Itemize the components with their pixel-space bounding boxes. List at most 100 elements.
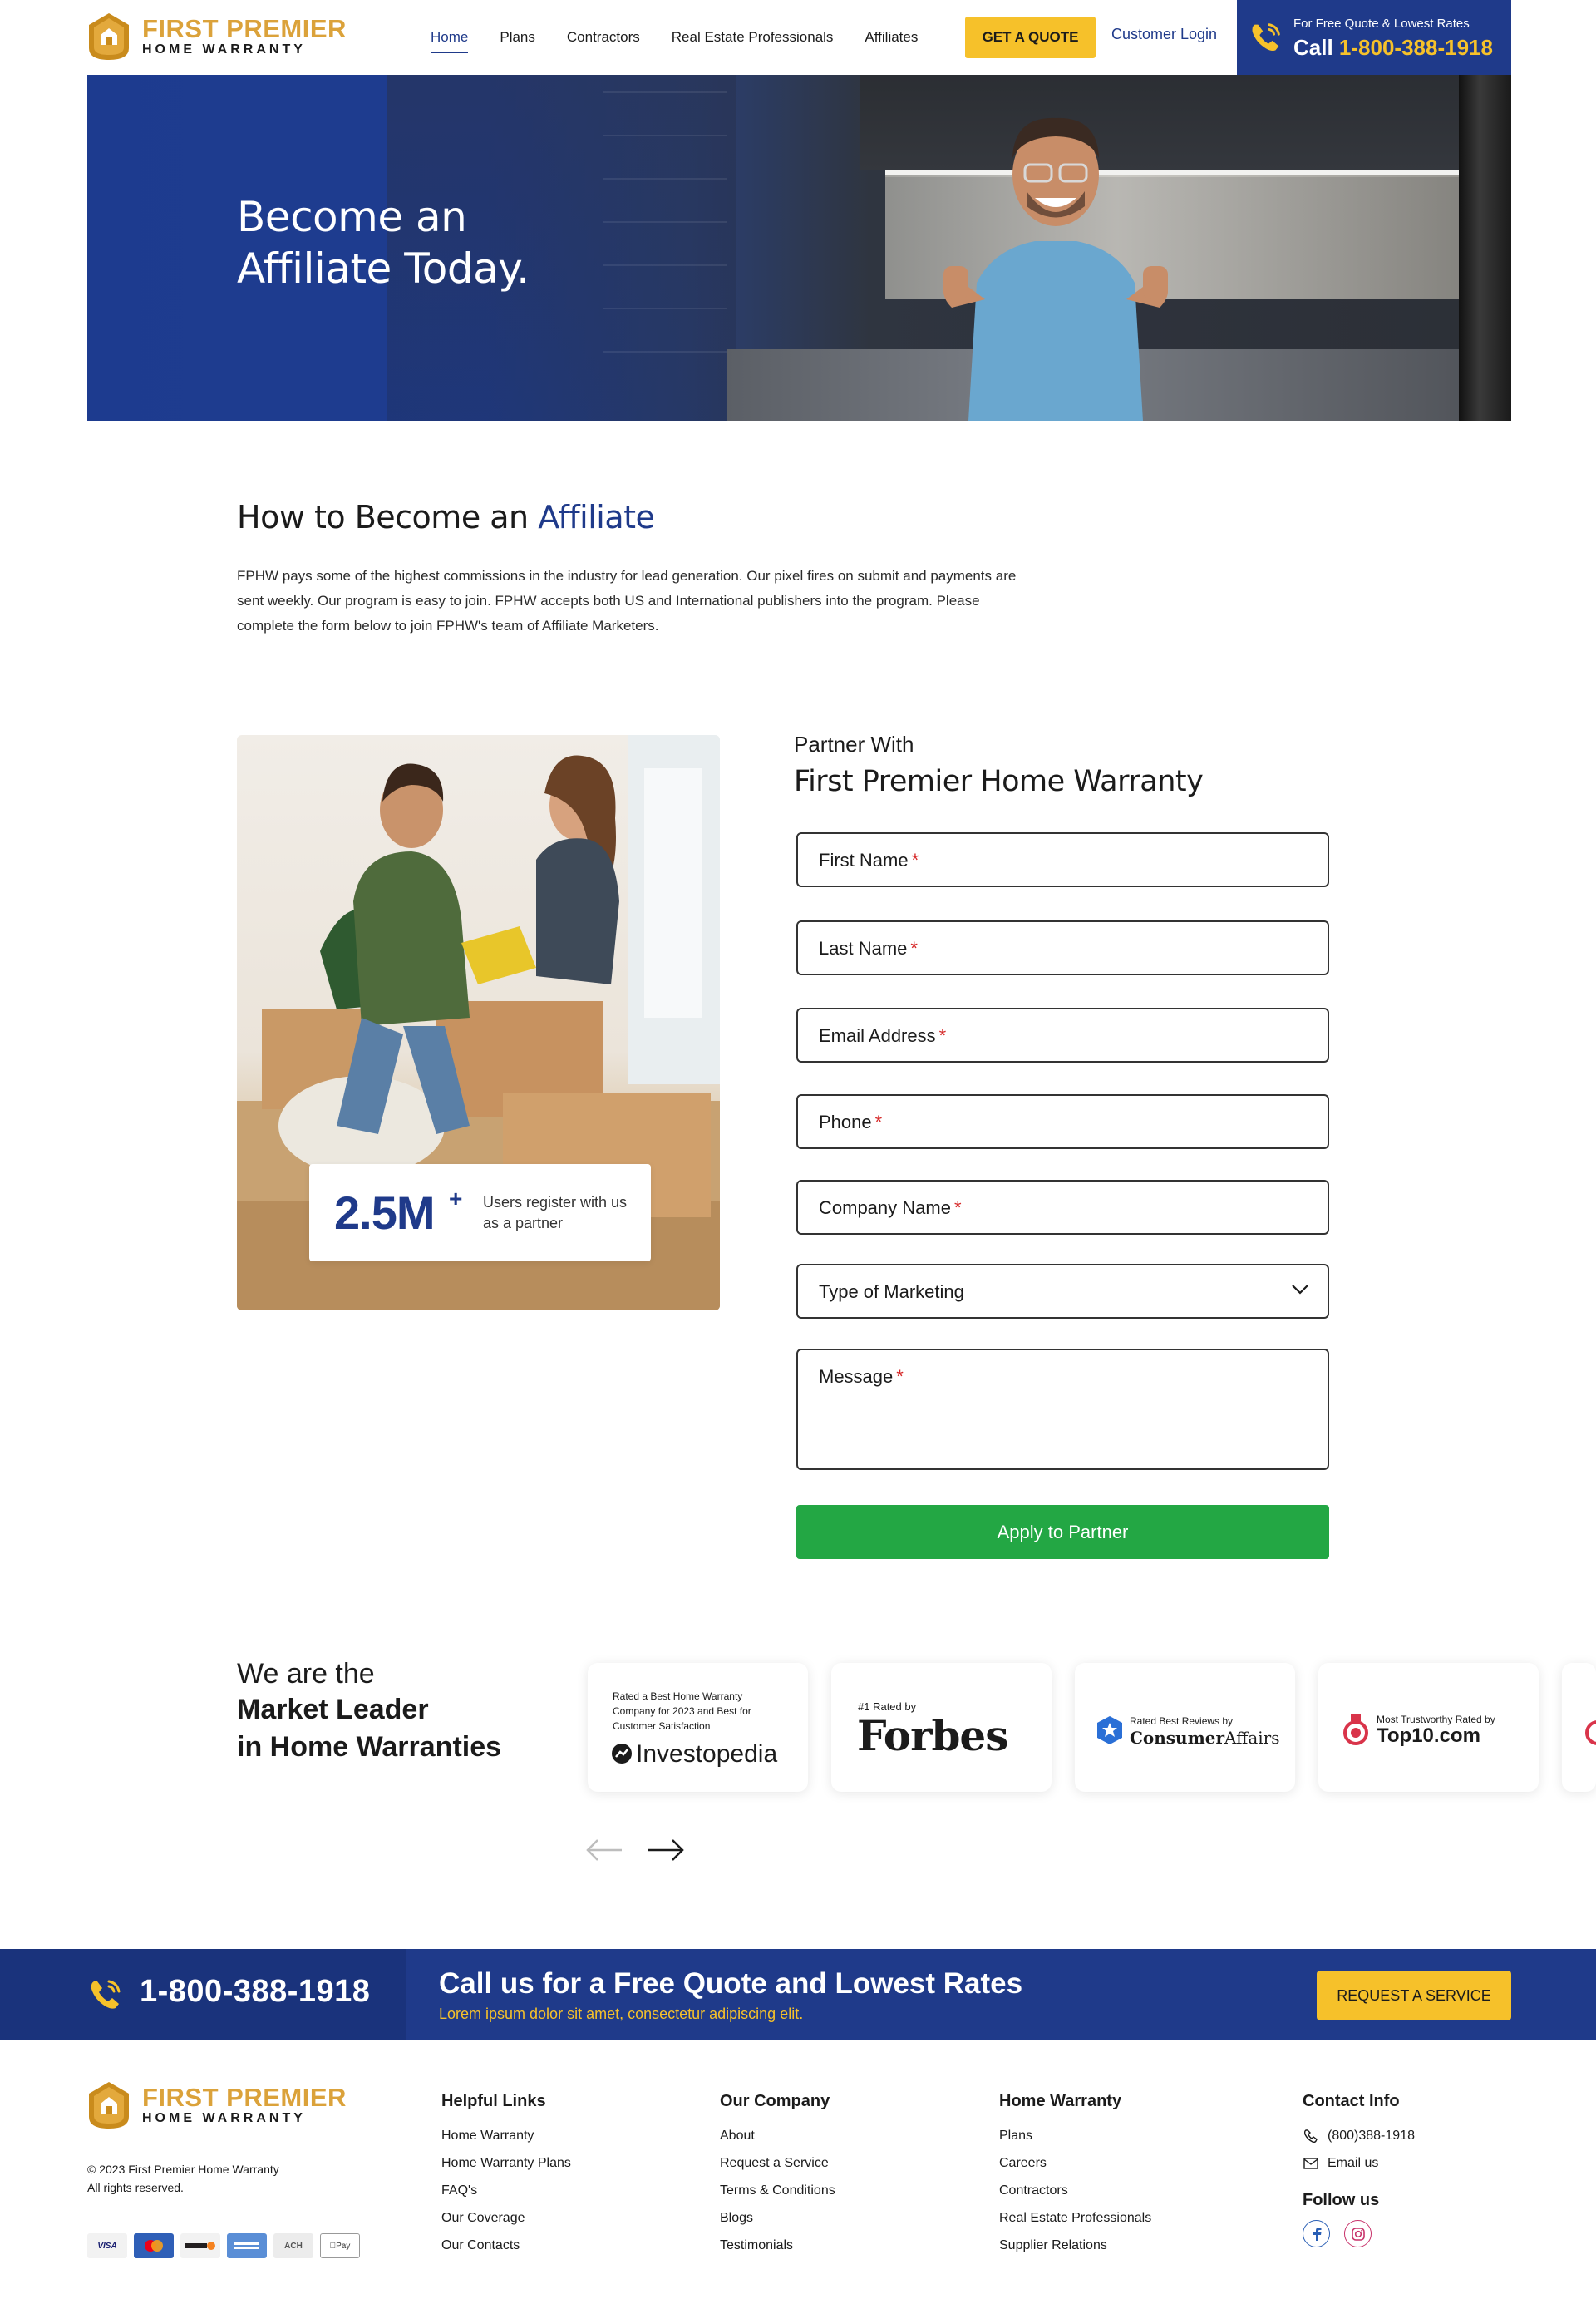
how-to-title: How to Become an Affiliate xyxy=(237,499,655,535)
investopedia-logo-icon xyxy=(612,1744,632,1764)
footer-phone-link[interactable]: (800)388-1918 xyxy=(1303,2128,1415,2144)
marketing-type-select[interactable]: Type of Marketing xyxy=(796,1264,1329,1319)
consumer-affairs-caption: Rated Best Reviews by xyxy=(1130,1715,1234,1727)
top10-medal-icon xyxy=(1343,1714,1368,1745)
first-name-field[interactable]: First Name * xyxy=(796,832,1329,887)
footer-link[interactable]: Request a Service xyxy=(720,2155,835,2171)
consumer-affairs-logo: ConsumerAffairs xyxy=(1130,1728,1280,1748)
nav-contractors[interactable]: Contractors xyxy=(567,29,640,46)
footer-contact: Contact Info (800)388-1918 Email us Foll… xyxy=(1303,2092,1415,2247)
stat-description: Users register with us as a partner xyxy=(483,1194,628,1231)
helpful-links-heading: Helpful Links xyxy=(441,2092,546,2110)
hero-banner: Become an Affiliate Today. xyxy=(87,75,1511,421)
stat-card: 2.5M + Users register with us as a partn… xyxy=(309,1164,651,1261)
discover-icon xyxy=(180,2233,220,2258)
required-mark: * xyxy=(874,1112,883,1132)
footer-link[interactable]: Testimonials xyxy=(720,2237,835,2253)
social-links xyxy=(1303,2220,1415,2247)
apply-to-partner-button[interactable]: Apply to Partner xyxy=(796,1505,1329,1559)
company-name-field[interactable]: Company Name * xyxy=(796,1180,1329,1235)
footer-link[interactable]: Our Coverage xyxy=(441,2210,571,2226)
marketing-type-label: Type of Marketing xyxy=(819,1281,964,1302)
cta-subtext: Lorem ipsum dolor sit amet, consectetur … xyxy=(439,2006,804,2022)
hero-wine-rack xyxy=(603,91,727,366)
message-textarea[interactable]: Message * xyxy=(796,1349,1329,1470)
mastercard-icon xyxy=(134,2233,174,2258)
phone-icon xyxy=(1303,2129,1318,2143)
top10-badge: Most Trustworthy Rated by Top10.com xyxy=(1318,1663,1539,1792)
form-subtitle: Partner With xyxy=(794,732,914,757)
nav-plans[interactable]: Plans xyxy=(500,29,535,46)
header-call-box[interactable]: For Free Quote & Lowest Rates Call 1-800… xyxy=(1237,0,1511,75)
ach-icon: ACH xyxy=(273,2233,313,2258)
footer-link[interactable]: Terms & Conditions xyxy=(720,2183,835,2198)
visa-icon: VISA xyxy=(87,2233,127,2258)
investopedia-logo: Investopedia xyxy=(636,1740,778,1768)
facebook-icon[interactable] xyxy=(1303,2220,1330,2247)
follow-us-heading: Follow us xyxy=(1303,2191,1380,2209)
phone-field[interactable]: Phone * xyxy=(796,1094,1329,1149)
amex-icon xyxy=(227,2233,267,2258)
company-name-label: Company Name xyxy=(819,1197,951,1218)
call-box-number: Call 1-800-388-1918 xyxy=(1293,35,1493,60)
footer-our-company: Our Company About Request a Service Term… xyxy=(720,2092,835,2265)
hero-title: Become an Affiliate Today. xyxy=(237,193,530,293)
footer-link[interactable]: Our Contacts xyxy=(441,2237,571,2253)
cta-heading: Call us for a Free Quote and Lowest Rate… xyxy=(439,1967,1023,2000)
last-name-field[interactable]: Last Name * xyxy=(796,920,1329,975)
footer-link[interactable]: Contractors xyxy=(999,2183,1151,2198)
footer-link[interactable]: Home Warranty xyxy=(441,2128,571,2144)
how-to-body: FPHW pays some of the highest commission… xyxy=(237,568,1017,634)
brand-name-line1: FIRST PREMIER xyxy=(142,2083,347,2112)
message-label: Message xyxy=(819,1366,894,1387)
forbes-badge: #1 Rated by Forbes xyxy=(831,1663,1052,1792)
required-mark: * xyxy=(911,850,919,871)
footer-logo[interactable]: FIRST PREMIER HOME WARRANTY xyxy=(87,2080,347,2130)
brand-name-line1: FIRST PREMIER xyxy=(142,14,347,43)
payment-methods: VISA ACH Pay xyxy=(87,2233,360,2258)
contact-heading: Contact Info xyxy=(1303,2092,1400,2110)
cta-phone-box[interactable]: 1-800-388-1918 xyxy=(0,1949,406,2040)
arrow-left-icon[interactable] xyxy=(585,1838,623,1862)
partial-badge-card xyxy=(1562,1663,1596,1792)
last-name-label: Last Name xyxy=(819,938,908,959)
phone-label: Phone xyxy=(819,1112,872,1132)
apple-pay-icon: Pay xyxy=(320,2233,360,2258)
stat-suffix: + xyxy=(449,1186,463,1211)
hero-man-pointing-image xyxy=(943,117,1168,421)
nav-affiliates[interactable]: Affiliates xyxy=(864,29,918,46)
footer-email-link[interactable]: Email us xyxy=(1303,2155,1415,2171)
footer-helpful-links: Helpful Links Home Warranty Home Warrant… xyxy=(441,2092,571,2265)
mail-icon xyxy=(1303,2157,1318,2169)
market-leader-line3: in Home Warranties xyxy=(237,1731,502,1763)
required-mark: * xyxy=(910,938,918,959)
stat-value: 2.5M xyxy=(334,1187,435,1239)
copyright: © 2023 First Premier Home Warranty All r… xyxy=(87,2163,279,2194)
nav-real-estate[interactable]: Real Estate Professionals xyxy=(672,29,834,46)
brand-name-line2: HOME WARRANTY xyxy=(142,2111,306,2125)
nav-home[interactable]: Home xyxy=(431,29,469,53)
market-leader-line1: We are the xyxy=(237,1658,375,1690)
instagram-icon[interactable] xyxy=(1344,2220,1372,2247)
footer-link[interactable]: Supplier Relations xyxy=(999,2237,1151,2253)
form-title: First Premier Home Warranty xyxy=(794,765,1204,798)
cta-phone-number: 1-800-388-1918 xyxy=(140,1974,371,2009)
footer-link[interactable]: Blogs xyxy=(720,2210,835,2226)
investopedia-badge: Rated a Best Home Warranty Company for 2… xyxy=(588,1663,808,1792)
required-mark: * xyxy=(938,1025,947,1046)
arrow-right-icon[interactable] xyxy=(647,1838,685,1862)
brand-logo[interactable]: FIRST PREMIER HOME WARRANTY xyxy=(87,12,347,62)
footer-link[interactable]: Plans xyxy=(999,2128,1151,2144)
our-company-heading: Our Company xyxy=(720,2092,830,2110)
customer-login-link[interactable]: Customer Login xyxy=(1111,26,1217,43)
get-quote-button[interactable]: GET A QUOTE xyxy=(965,17,1096,58)
email-field[interactable]: Email Address * xyxy=(796,1008,1329,1063)
footer-link[interactable]: Home Warranty Plans xyxy=(441,2155,571,2171)
footer-link[interactable]: About xyxy=(720,2128,835,2144)
footer-link[interactable]: FAQ's xyxy=(441,2183,571,2198)
footer-link[interactable]: Real Estate Professionals xyxy=(999,2210,1151,2226)
phone-icon xyxy=(1252,23,1280,51)
footer-link[interactable]: Careers xyxy=(999,2155,1151,2171)
request-service-button[interactable]: REQUEST A SERVICE xyxy=(1317,1971,1511,2020)
footer-home-warranty: Home Warranty Plans Careers Contractors … xyxy=(999,2092,1151,2265)
